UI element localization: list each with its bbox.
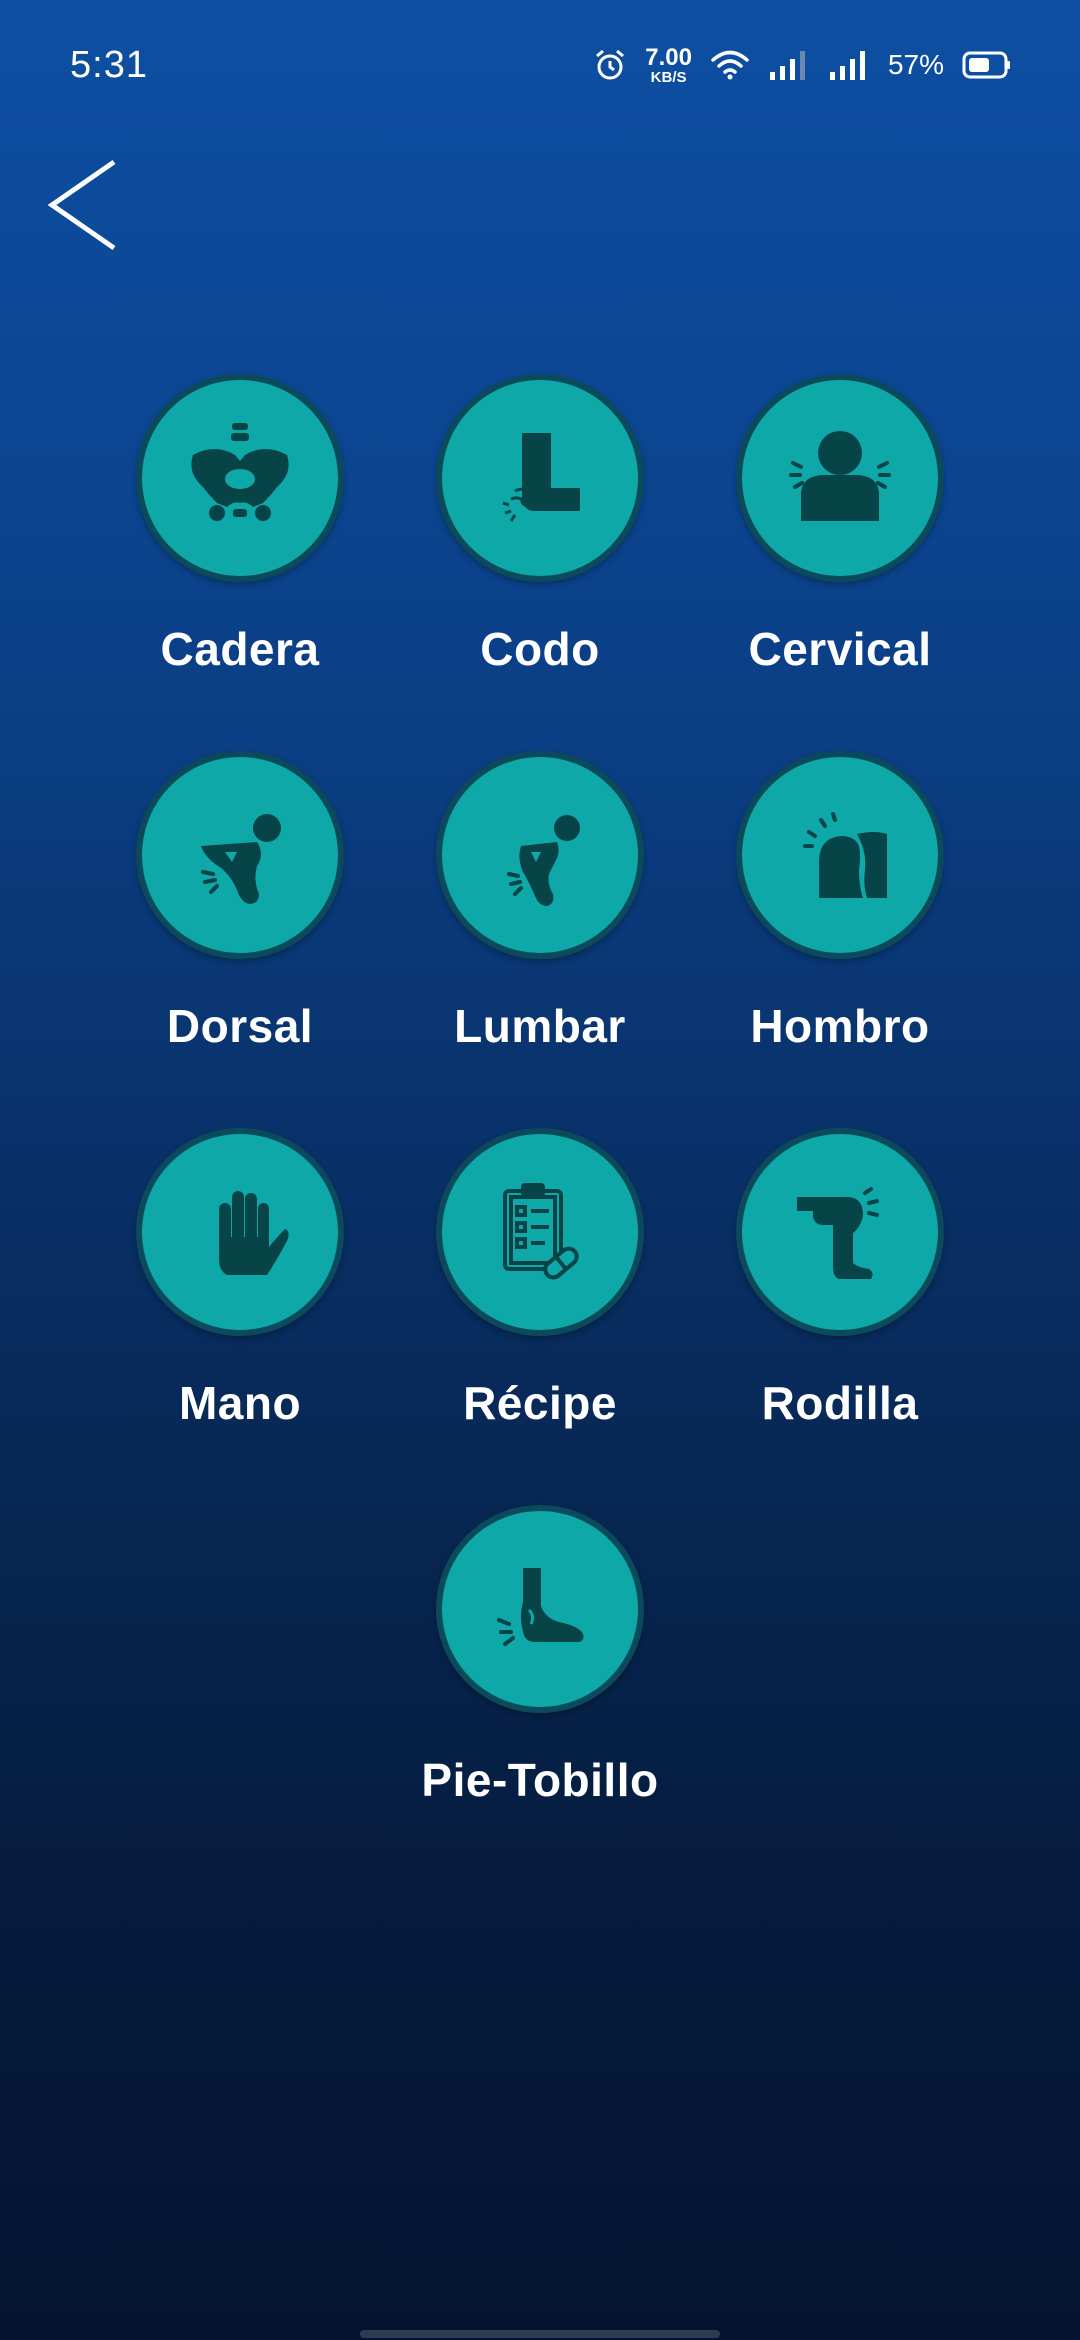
tile-cervical[interactable]: Cervical <box>690 374 990 704</box>
tile-icon-circle <box>736 1128 944 1336</box>
body-part-grid: Cadera Codo Cervical Dorsal Lumbar Hombr… <box>0 0 1080 2340</box>
pelvis-icon <box>191 423 289 521</box>
tile-lumbar[interactable]: Lumbar <box>390 751 690 1081</box>
hand-icon <box>219 1191 289 1275</box>
tile-dorsal[interactable]: Dorsal <box>90 751 390 1081</box>
tile-icon-circle <box>436 374 644 582</box>
tile-label: Hombro <box>750 1000 930 1052</box>
shoulder-icon <box>803 812 887 898</box>
tile-icon-circle <box>136 374 344 582</box>
tile-label: Mano <box>178 1377 302 1429</box>
tile-label: Pie-Tobillo <box>421 1754 659 1806</box>
tile-icon-circle <box>136 751 344 959</box>
neck-icon <box>789 431 891 521</box>
foot-ankle-icon <box>497 1568 584 1646</box>
tile-icon-circle <box>736 374 944 582</box>
tile-label: Dorsal <box>166 1000 314 1052</box>
tile-label: Rodilla <box>761 1377 919 1429</box>
tile-label: Récipe <box>463 1377 617 1429</box>
tile-recipe[interactable]: Récipe <box>390 1128 690 1458</box>
tile-icon-circle <box>436 1505 644 1713</box>
tile-label: Cadera <box>160 623 320 675</box>
tile-rodilla[interactable]: Rodilla <box>690 1128 990 1458</box>
elbow-icon <box>502 433 580 522</box>
tile-pie-tobillo[interactable]: Pie-Tobillo <box>390 1505 690 1835</box>
home-indicator[interactable] <box>360 2330 720 2338</box>
tile-icon-circle <box>136 1128 344 1336</box>
knee-icon <box>797 1187 879 1279</box>
tile-icon-circle <box>436 751 644 959</box>
tile-icon-circle <box>736 751 944 959</box>
tile-codo[interactable]: Codo <box>390 374 690 704</box>
prescription-clipboard-icon <box>503 1183 579 1280</box>
tile-label: Codo <box>480 623 600 675</box>
lower-back-icon <box>507 815 580 906</box>
upper-back-icon <box>201 814 281 904</box>
tile-label: Lumbar <box>454 1000 626 1052</box>
tile-hombro[interactable]: Hombro <box>690 751 990 1081</box>
tile-label: Cervical <box>748 623 932 675</box>
tile-icon-circle <box>436 1128 644 1336</box>
tile-cadera[interactable]: Cadera <box>90 374 390 704</box>
tile-mano[interactable]: Mano <box>90 1128 390 1458</box>
